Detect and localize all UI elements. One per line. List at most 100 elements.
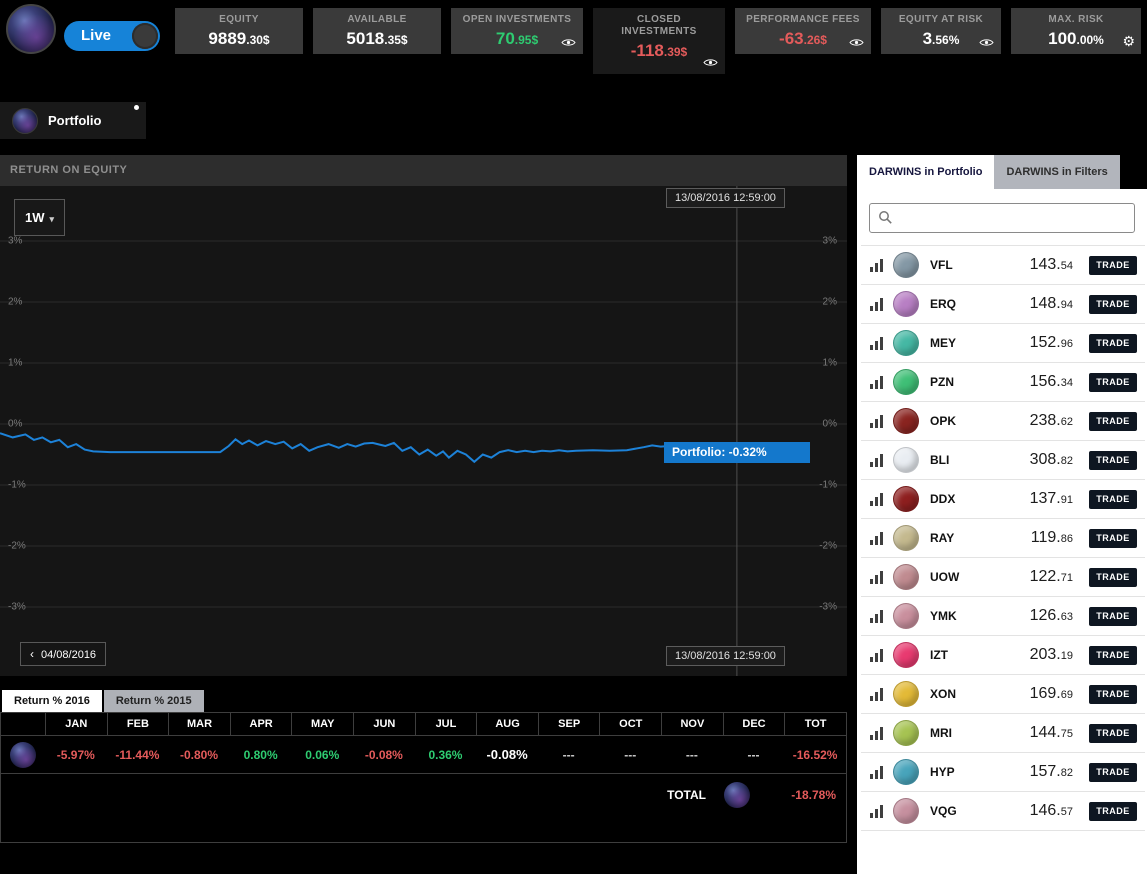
trade-button[interactable]: TRADE xyxy=(1089,529,1137,548)
tab-darwins-in-filters[interactable]: DARWINS in Filters xyxy=(994,155,1119,189)
darwin-price: 144.75 xyxy=(1030,724,1073,742)
trade-button[interactable]: TRADE xyxy=(1089,373,1137,392)
darwin-ticker: YMK xyxy=(930,609,976,623)
darwin-row[interactable]: UOW 122.71 TRADE xyxy=(861,558,1145,597)
row-avatar-cell xyxy=(1,742,45,768)
month-column-header: JAN xyxy=(45,713,107,735)
tab-portfolio[interactable]: Portfolio xyxy=(0,102,146,139)
darwin-avatar xyxy=(893,642,919,668)
darwin-ticker: XON xyxy=(930,687,976,701)
darwin-avatar xyxy=(893,525,919,551)
crosshair-date-top: 13/08/2016 12:59:00 xyxy=(666,188,785,208)
darwin-row[interactable]: DDX 137.91 TRADE xyxy=(861,480,1145,519)
darwin-ticker: OPK xyxy=(930,414,976,428)
trade-button[interactable]: TRADE xyxy=(1089,568,1137,587)
darwin-avatar xyxy=(893,447,919,473)
trade-button[interactable]: TRADE xyxy=(1089,646,1137,665)
live-toggle[interactable]: Live xyxy=(64,21,160,51)
month-return-value: --- xyxy=(599,748,661,762)
trade-button[interactable]: TRADE xyxy=(1089,607,1137,626)
darwin-avatar xyxy=(893,369,919,395)
stat-equity: EQUITY 9889.30$ xyxy=(175,8,303,54)
darwin-row[interactable]: ERQ 148.94 TRADE xyxy=(861,285,1145,324)
darwin-price: 146.57 xyxy=(1030,802,1073,820)
darwins-body: VFL 143.54 TRADE ERQ 148.94 TRADE MEY 15… xyxy=(857,189,1147,874)
darwin-row[interactable]: BLI 308.82 TRADE xyxy=(861,441,1145,480)
stat-label: OPEN INVESTMENTS xyxy=(451,14,583,26)
trade-button[interactable]: TRADE xyxy=(1089,295,1137,314)
tab-return-2016[interactable]: Return % 2016 xyxy=(2,690,102,712)
trade-button[interactable]: TRADE xyxy=(1089,490,1137,509)
darwin-avatar xyxy=(893,798,919,824)
toggle-knob xyxy=(132,23,158,49)
darwin-avatar xyxy=(893,291,919,317)
darwin-row[interactable]: PZN 156.34 TRADE xyxy=(861,363,1145,402)
stat-open-investments: OPEN INVESTMENTS 70.95$ xyxy=(451,8,583,54)
month-column-header: APR xyxy=(230,713,292,735)
bar-chart-icon xyxy=(869,414,884,429)
stat-label: AVAILABLE xyxy=(313,14,441,26)
total-row: TOTAL -18.78% xyxy=(1,774,846,816)
bar-chart-icon xyxy=(869,726,884,741)
stat-max-risk: MAX. RISK 100.00% ⚙ xyxy=(1011,8,1141,54)
chart-plot-area[interactable]: 1W▾ 13/08/2016 12:59:00 13/08/2016 12:59… xyxy=(0,186,847,676)
bar-chart-icon xyxy=(869,609,884,624)
darwin-ticker: VFL xyxy=(930,258,976,272)
month-column-header: FEB xyxy=(107,713,169,735)
bar-chart-icon xyxy=(869,336,884,351)
search-wrapper xyxy=(857,189,1147,245)
tab-return-2015[interactable]: Return % 2015 xyxy=(104,690,204,712)
bar-chart-icon xyxy=(869,531,884,546)
month-column-header: OCT xyxy=(599,713,661,735)
bar-chart-icon xyxy=(869,258,884,273)
bar-chart-icon xyxy=(869,687,884,702)
month-return-value: -0.08% xyxy=(476,747,538,762)
trade-button[interactable]: TRADE xyxy=(1089,685,1137,704)
darwin-row[interactable]: IZT 203.19 TRADE xyxy=(861,636,1145,675)
eye-icon[interactable] xyxy=(849,38,864,47)
darwin-row[interactable]: YMK 126.63 TRADE xyxy=(861,597,1145,636)
notification-dot xyxy=(134,105,139,110)
darwin-row[interactable]: MRI 144.75 TRADE xyxy=(861,714,1145,753)
chart-date-nav[interactable]: ‹04/08/2016 xyxy=(20,642,106,666)
account-avatar[interactable] xyxy=(6,4,56,54)
darwin-ticker: DDX xyxy=(930,492,976,506)
darwin-price: 238.62 xyxy=(1030,412,1073,430)
gear-icon[interactable]: ⚙ xyxy=(1122,33,1135,50)
eye-icon[interactable] xyxy=(703,58,718,67)
darwin-row[interactable]: MEY 152.96 TRADE xyxy=(861,324,1145,363)
darwin-row[interactable]: VQG 146.57 TRADE xyxy=(861,792,1145,831)
search-input[interactable] xyxy=(869,203,1135,233)
darwin-avatar xyxy=(893,330,919,356)
darwin-row[interactable]: VFL 143.54 TRADE xyxy=(861,246,1145,285)
trade-button[interactable]: TRADE xyxy=(1089,451,1137,470)
trade-button[interactable]: TRADE xyxy=(1089,412,1137,431)
month-column-header: NOV xyxy=(661,713,723,735)
trade-button[interactable]: TRADE xyxy=(1089,334,1137,353)
darwin-row[interactable]: OPK 238.62 TRADE xyxy=(861,402,1145,441)
darwin-price: 308.82 xyxy=(1030,451,1073,469)
chevron-left-icon: ‹ xyxy=(30,647,34,661)
darwin-price: 203.19 xyxy=(1030,646,1073,664)
tab-darwins-in-portfolio[interactable]: DARWINS in Portfolio xyxy=(857,155,994,189)
eye-icon[interactable] xyxy=(979,38,994,47)
portfolio-avatar xyxy=(10,742,36,768)
darwin-price: 157.82 xyxy=(1030,763,1073,781)
trade-button[interactable]: TRADE xyxy=(1089,724,1137,743)
month-return-value: 0.80% xyxy=(230,748,292,762)
darwin-row[interactable]: RAY 119.86 TRADE xyxy=(861,519,1145,558)
darwin-row[interactable]: HYP 157.82 TRADE xyxy=(861,753,1145,792)
month-column-header: TOT xyxy=(784,713,846,735)
darwin-row[interactable]: XON 169.69 TRADE xyxy=(861,675,1145,714)
eye-icon[interactable] xyxy=(561,38,576,47)
trade-button[interactable]: TRADE xyxy=(1089,763,1137,782)
avatar-column-spacer xyxy=(1,713,45,735)
month-column-header: JUN xyxy=(353,713,415,735)
timeframe-selector[interactable]: 1W▾ xyxy=(14,199,65,236)
trade-button[interactable]: TRADE xyxy=(1089,256,1137,275)
darwin-ticker: PZN xyxy=(930,375,976,389)
month-column-header: SEP xyxy=(538,713,600,735)
trade-button[interactable]: TRADE xyxy=(1089,802,1137,821)
month-return-value: -5.97% xyxy=(45,748,107,762)
darwin-price: 152.96 xyxy=(1030,334,1073,352)
